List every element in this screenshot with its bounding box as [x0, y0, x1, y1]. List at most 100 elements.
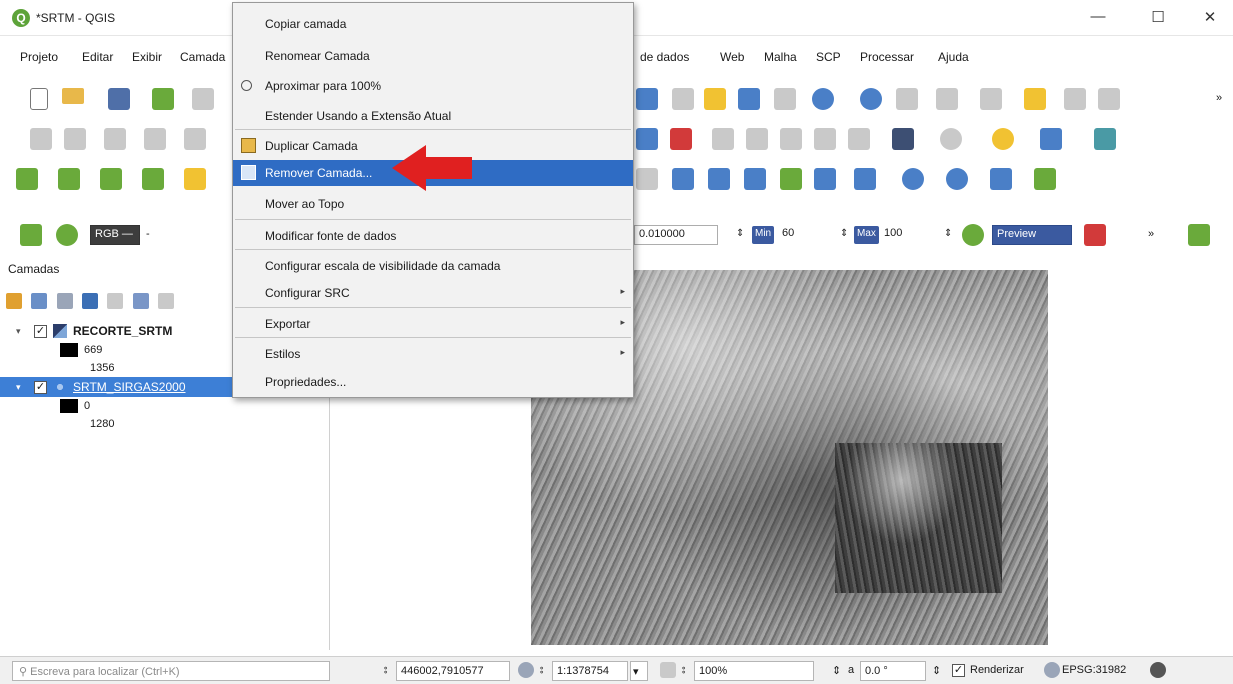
- scp-preview-redraw-icon[interactable]: [1084, 224, 1106, 246]
- annotation-icon[interactable]: [1024, 88, 1046, 110]
- menu-web[interactable]: Web: [720, 50, 744, 64]
- scp-tool-3-icon[interactable]: [946, 168, 968, 190]
- menu-scp[interactable]: SCP: [816, 50, 841, 64]
- save-project-icon[interactable]: [108, 88, 130, 110]
- scp-zoom-icon[interactable]: [56, 224, 78, 246]
- add-raster-icon[interactable]: [16, 168, 38, 190]
- vertex-add-icon[interactable]: [636, 168, 658, 190]
- save-as-icon[interactable]: [152, 88, 174, 110]
- menu-editar[interactable]: Editar: [82, 50, 113, 64]
- remove-layer-icon[interactable]: [158, 293, 175, 309]
- menu-item-estilos[interactable]: Estilos ▸: [233, 341, 633, 367]
- scp-tool-1-icon[interactable]: [854, 168, 876, 190]
- max-spin-icon[interactable]: ⇕: [944, 228, 952, 239]
- expand-all-icon[interactable]: [107, 293, 124, 309]
- zoom-out-icon[interactable]: [738, 88, 760, 110]
- add-vector-icon[interactable]: [58, 168, 80, 190]
- new-project-icon[interactable]: [30, 88, 48, 110]
- filter-legend-icon[interactable]: [82, 293, 99, 309]
- scp-preview-icon[interactable]: [814, 168, 836, 190]
- label-tool-1-icon[interactable]: [712, 128, 734, 150]
- maximize-button[interactable]: ☐: [1148, 8, 1168, 26]
- scp-signature-icon[interactable]: [744, 168, 766, 190]
- measure-icon[interactable]: [896, 88, 918, 110]
- max-field[interactable]: 100: [880, 225, 932, 245]
- label-tool-5-icon[interactable]: [848, 128, 870, 150]
- attribute-table-icon[interactable]: [1064, 88, 1086, 110]
- locator-search-input[interactable]: ⚲ Escreva para localizar (Ctrl+K): [12, 661, 330, 681]
- vertex-tool-icon[interactable]: [184, 128, 206, 150]
- menu-banco-de-dados[interactable]: de dados: [640, 50, 689, 64]
- layer-name[interactable]: SRTM_SIRGAS2000: [73, 380, 186, 394]
- render-checkbox[interactable]: ✓: [952, 664, 965, 677]
- scp-roi-icon[interactable]: [780, 168, 802, 190]
- threshold-field[interactable]: 0.010000: [634, 225, 718, 245]
- expand-arrow-icon[interactable]: ▾: [16, 382, 30, 393]
- add-wms-icon[interactable]: [184, 168, 206, 190]
- rotation-spin-icon[interactable]: ⇕: [832, 664, 841, 677]
- menu-item-estender-extensao[interactable]: Estender Usando a Extensão Atual: [233, 103, 633, 129]
- messages-icon[interactable]: [1150, 662, 1166, 678]
- scp-preview-zoom-icon[interactable]: [962, 224, 984, 246]
- min-spin-icon[interactable]: ⇕: [840, 228, 848, 239]
- scale-dropdown-icon[interactable]: ▾: [630, 661, 648, 681]
- scp-tool-4-icon[interactable]: [990, 168, 1012, 190]
- lock-scale-icon[interactable]: [660, 662, 676, 678]
- add-spatialite-icon[interactable]: [142, 168, 164, 190]
- menu-item-modificar-fonte[interactable]: Modificar fonte de dados: [233, 223, 633, 249]
- help-icon[interactable]: [1040, 128, 1062, 150]
- style-panel-icon[interactable]: [6, 293, 22, 309]
- add-feature-icon[interactable]: [144, 128, 166, 150]
- select-icon[interactable]: [936, 88, 958, 110]
- identify-icon[interactable]: [860, 88, 882, 110]
- layer-visibility-checkbox[interactable]: ✓: [34, 380, 47, 394]
- crs-globe-icon[interactable]: [1044, 662, 1060, 678]
- label-tool-2-icon[interactable]: [746, 128, 768, 150]
- label-pin-icon[interactable]: [670, 128, 692, 150]
- label-tool-3-icon[interactable]: [780, 128, 802, 150]
- database-icon[interactable]: [892, 128, 914, 150]
- minimize-button[interactable]: —: [1088, 8, 1108, 25]
- globe-plugin-icon[interactable]: [940, 128, 962, 150]
- toolbar-overflow-2-icon[interactable]: »: [1148, 228, 1154, 240]
- pan-selection-icon[interactable]: [672, 88, 694, 110]
- refresh-icon[interactable]: [812, 88, 834, 110]
- menu-ajuda[interactable]: Ajuda: [938, 50, 969, 64]
- scale-field[interactable]: 1:1378754: [552, 661, 628, 681]
- plugin-tool-icon[interactable]: [1094, 128, 1116, 150]
- statistics-icon[interactable]: [1098, 88, 1120, 110]
- menu-item-copiar-camada[interactable]: Copiar camada: [233, 11, 633, 37]
- toggle-editing-icon[interactable]: [64, 128, 86, 150]
- collapse-all-icon[interactable]: [132, 293, 149, 309]
- python-console-icon[interactable]: [992, 128, 1014, 150]
- label-icon[interactable]: [636, 128, 658, 150]
- menu-processar[interactable]: Processar: [860, 50, 914, 64]
- menu-item-aproximar-100[interactable]: Aproximar para 100%: [233, 73, 633, 99]
- scp-tool-last-icon[interactable]: [1188, 224, 1210, 246]
- open-project-icon[interactable]: [62, 88, 84, 104]
- print-layout-icon[interactable]: [192, 88, 214, 110]
- magnifier-field[interactable]: 100%: [694, 661, 814, 681]
- zoom-in-icon[interactable]: [704, 88, 726, 110]
- menu-item-configurar-src[interactable]: Configurar SRC ▸: [233, 280, 633, 306]
- close-button[interactable]: ✕: [1200, 8, 1220, 26]
- menu-item-propriedades[interactable]: Propriedades...: [233, 369, 633, 395]
- save-edits-icon[interactable]: [104, 128, 126, 150]
- preview-button[interactable]: Preview: [992, 225, 1072, 245]
- menu-camada[interactable]: Camada: [180, 50, 225, 64]
- scp-tool-5-icon[interactable]: [1034, 168, 1056, 190]
- deselect-icon[interactable]: [980, 88, 1002, 110]
- layer-visibility-checkbox[interactable]: ✓: [34, 324, 47, 338]
- scp-dock-icon[interactable]: [20, 224, 42, 246]
- expand-arrow-icon[interactable]: ▾: [16, 326, 30, 337]
- scp-band-icon[interactable]: [672, 168, 694, 190]
- scp-tool-2-icon[interactable]: [902, 168, 924, 190]
- add-group-icon[interactable]: [31, 293, 48, 309]
- label-tool-4-icon[interactable]: [814, 128, 836, 150]
- rotation-spin-2-icon[interactable]: ⇕: [932, 664, 941, 677]
- min-field[interactable]: 60: [778, 225, 834, 245]
- toggle-extents-icon[interactable]: [518, 662, 534, 678]
- menu-exibir[interactable]: Exibir: [132, 50, 162, 64]
- scp-classify-icon[interactable]: [708, 168, 730, 190]
- add-csv-icon[interactable]: [100, 168, 122, 190]
